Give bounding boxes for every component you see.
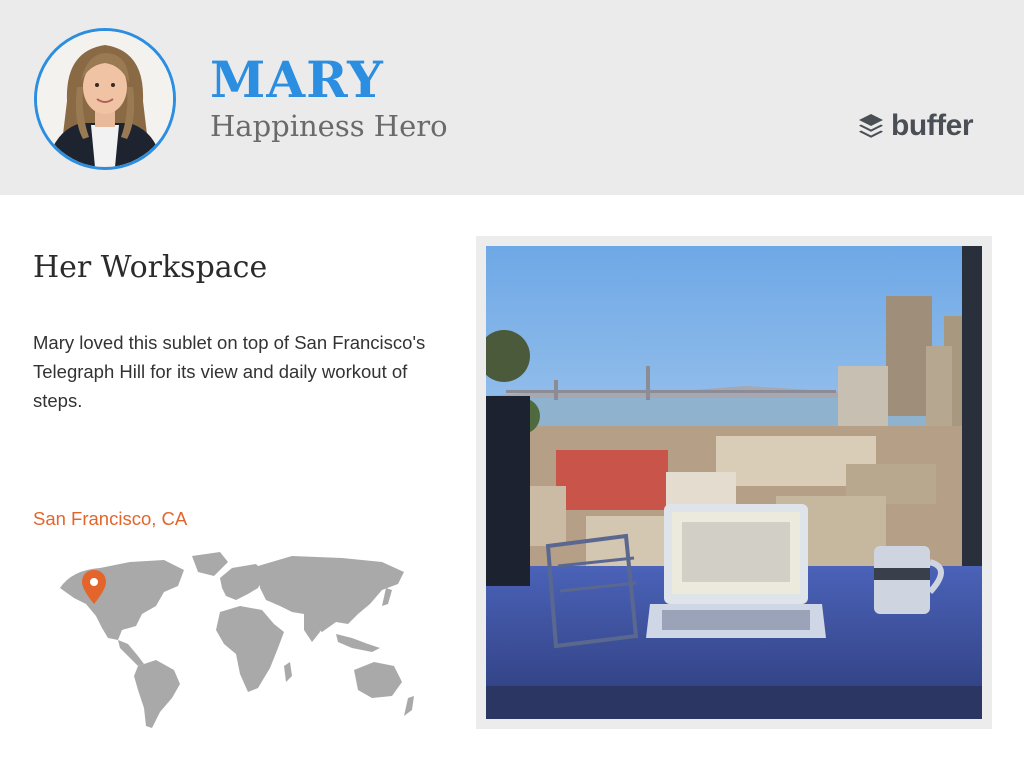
buffer-stack-icon (859, 114, 883, 138)
avatar (34, 28, 176, 170)
workspace-photo-image (486, 246, 982, 719)
map-continents (60, 552, 414, 728)
location-label: San Francisco, CA (33, 508, 188, 529)
profile-header: MARY Happiness Hero buffer (0, 0, 1024, 195)
workspace-photo-frame (476, 236, 992, 729)
profile-name: MARY (210, 50, 384, 109)
brand-name: buffer (891, 109, 974, 142)
world-map (60, 552, 414, 728)
brand-logo: buffer (857, 106, 974, 146)
workspace-photo (486, 246, 982, 719)
avatar-photo (37, 31, 173, 167)
section-title: Her Workspace (33, 250, 268, 285)
profile-role: Happiness Hero (210, 109, 448, 143)
workspace-description: Mary loved this sublet on top of San Fra… (33, 332, 426, 411)
